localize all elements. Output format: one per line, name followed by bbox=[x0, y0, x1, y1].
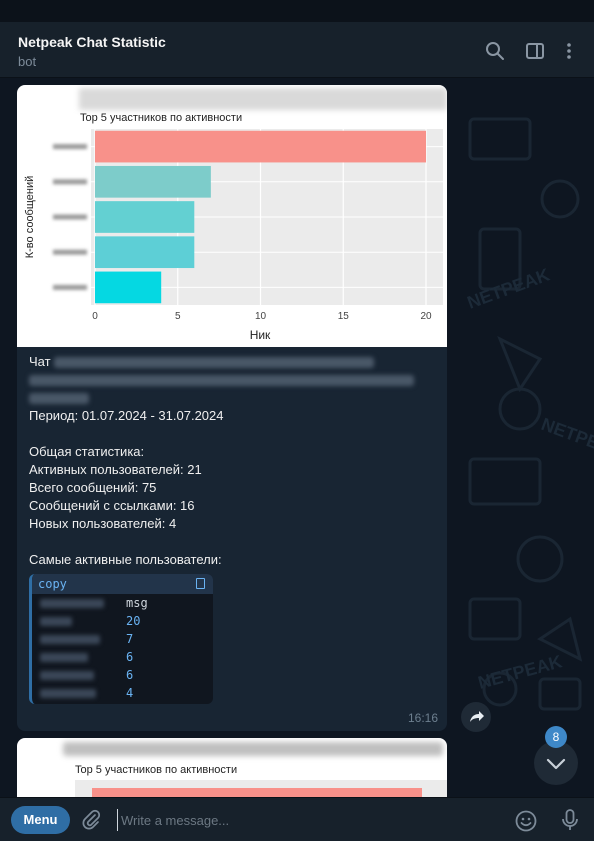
code-row: 7 bbox=[32, 630, 213, 648]
chat-history[interactable]: NETPEAK NETPEAK NETPEAK Top 5 участников… bbox=[0, 79, 594, 797]
chat-name-blur-line-3 bbox=[29, 389, 89, 407]
code-row: 6 bbox=[32, 648, 213, 666]
forward-icon bbox=[470, 711, 484, 722]
message-composer: Menu bbox=[0, 797, 594, 841]
chart-title-2: Top 5 участников по активности bbox=[75, 764, 237, 776]
code-row: 20 bbox=[32, 612, 213, 630]
chat-title[interactable]: Netpeak Chat Statistic bbox=[18, 34, 166, 50]
x-tick-label: 15 bbox=[338, 311, 350, 322]
code-value: 6 bbox=[126, 668, 134, 682]
blurred-y-tick-label bbox=[53, 249, 87, 255]
search-icon[interactable] bbox=[484, 40, 506, 62]
svg-text:NETPEAK: NETPEAK bbox=[539, 414, 594, 462]
chart-bar bbox=[95, 201, 195, 233]
activity-chart[interactable]: Top 5 участников по активности 0 5 10 15 20 … bbox=[17, 85, 447, 347]
chat-name-line: Чат bbox=[29, 353, 375, 371]
link-messages-stat: Сообщений с ссылками: 16 bbox=[29, 498, 195, 513]
code-value: 7 bbox=[126, 632, 134, 646]
bot-message[interactable]: Top 5 участников по активности 0 5 10 15 20 … bbox=[17, 85, 447, 731]
blurred-nick bbox=[40, 689, 96, 698]
chart-bar bbox=[95, 130, 426, 163]
menu-button[interactable]: Menu bbox=[11, 806, 70, 834]
activity-chart-2: Top 5 участников по активности bbox=[75, 764, 447, 797]
blurred-y-tick-label bbox=[53, 284, 87, 290]
code-header-col: msg bbox=[126, 596, 148, 610]
emoji-icon[interactable] bbox=[514, 809, 538, 833]
code-block-header: copy bbox=[32, 574, 213, 594]
x-axis-label: Ник bbox=[250, 328, 271, 342]
forward-button[interactable] bbox=[461, 702, 491, 732]
chat-name-blur-line-2 bbox=[29, 371, 414, 389]
period-text: Период: 01.07.2024 - 31.07.2024 bbox=[29, 408, 224, 423]
message-input[interactable] bbox=[117, 809, 497, 831]
chart-bar bbox=[95, 236, 195, 269]
code-row: 6 bbox=[32, 666, 213, 684]
bot-message-2[interactable]: Top 5 участников по активности bbox=[17, 738, 447, 797]
more-options-icon[interactable] bbox=[558, 40, 580, 62]
attach-icon[interactable] bbox=[80, 809, 102, 831]
top-users-title: Самые активные пользователи: bbox=[29, 552, 222, 567]
x-tick-label: 5 bbox=[175, 311, 181, 322]
sidebar-toggle-icon[interactable] bbox=[524, 40, 546, 62]
microphone-icon[interactable] bbox=[559, 808, 581, 832]
unread-count-badge: 8 bbox=[545, 726, 567, 748]
chart-bar-2 bbox=[92, 788, 422, 797]
code-lang-label: copy bbox=[38, 577, 67, 591]
code-value: 4 bbox=[126, 686, 134, 700]
message-time: 16:16 bbox=[407, 711, 438, 725]
x-tick-label: 20 bbox=[420, 311, 432, 322]
chat-subtitle: bot bbox=[18, 54, 37, 69]
code-header-row: msg bbox=[32, 594, 213, 612]
code-value: 6 bbox=[126, 650, 134, 664]
x-tick-label: 10 bbox=[255, 311, 267, 322]
code-block[interactable]: copy msg 20 7 6 6 4 bbox=[29, 574, 213, 704]
blurred-y-tick-label bbox=[53, 144, 87, 150]
blurred-nick bbox=[40, 653, 88, 662]
copy-icon[interactable] bbox=[196, 578, 205, 589]
blurred-y-tick-label bbox=[53, 179, 87, 185]
window-top-strip bbox=[0, 0, 594, 22]
total-messages-stat: Всего сообщений: 75 bbox=[29, 480, 157, 495]
svg-text:NETPEAK: NETPEAK bbox=[465, 265, 553, 313]
blurred-y-tick-label bbox=[53, 214, 87, 220]
blurred-chat-name bbox=[54, 357, 375, 369]
code-row: 4 bbox=[32, 684, 213, 702]
svg-text:NETPEAK: NETPEAK bbox=[476, 651, 564, 693]
chat-header: Netpeak Chat Statistic bot bbox=[0, 22, 594, 78]
chart-blurred-header bbox=[79, 88, 447, 110]
stats-title: Общая статистика: bbox=[29, 444, 145, 459]
chat-label: Чат bbox=[29, 354, 51, 369]
x-tick-label: 0 bbox=[92, 311, 98, 322]
chart-title: Top 5 участников по активности bbox=[80, 112, 242, 124]
blurred-nick bbox=[40, 617, 72, 626]
chart-bar bbox=[95, 271, 162, 304]
y-axis-label: К-во сообщений bbox=[24, 176, 36, 259]
code-value: 20 bbox=[126, 614, 141, 628]
blurred-nick-header bbox=[40, 599, 104, 608]
blurred-nick bbox=[40, 635, 100, 644]
active-users-stat: Активных пользователей: 21 bbox=[29, 462, 202, 477]
chart-bar bbox=[95, 165, 211, 198]
new-users-stat: Новых пользователей: 4 bbox=[29, 516, 177, 531]
blurred-nick bbox=[40, 671, 94, 680]
